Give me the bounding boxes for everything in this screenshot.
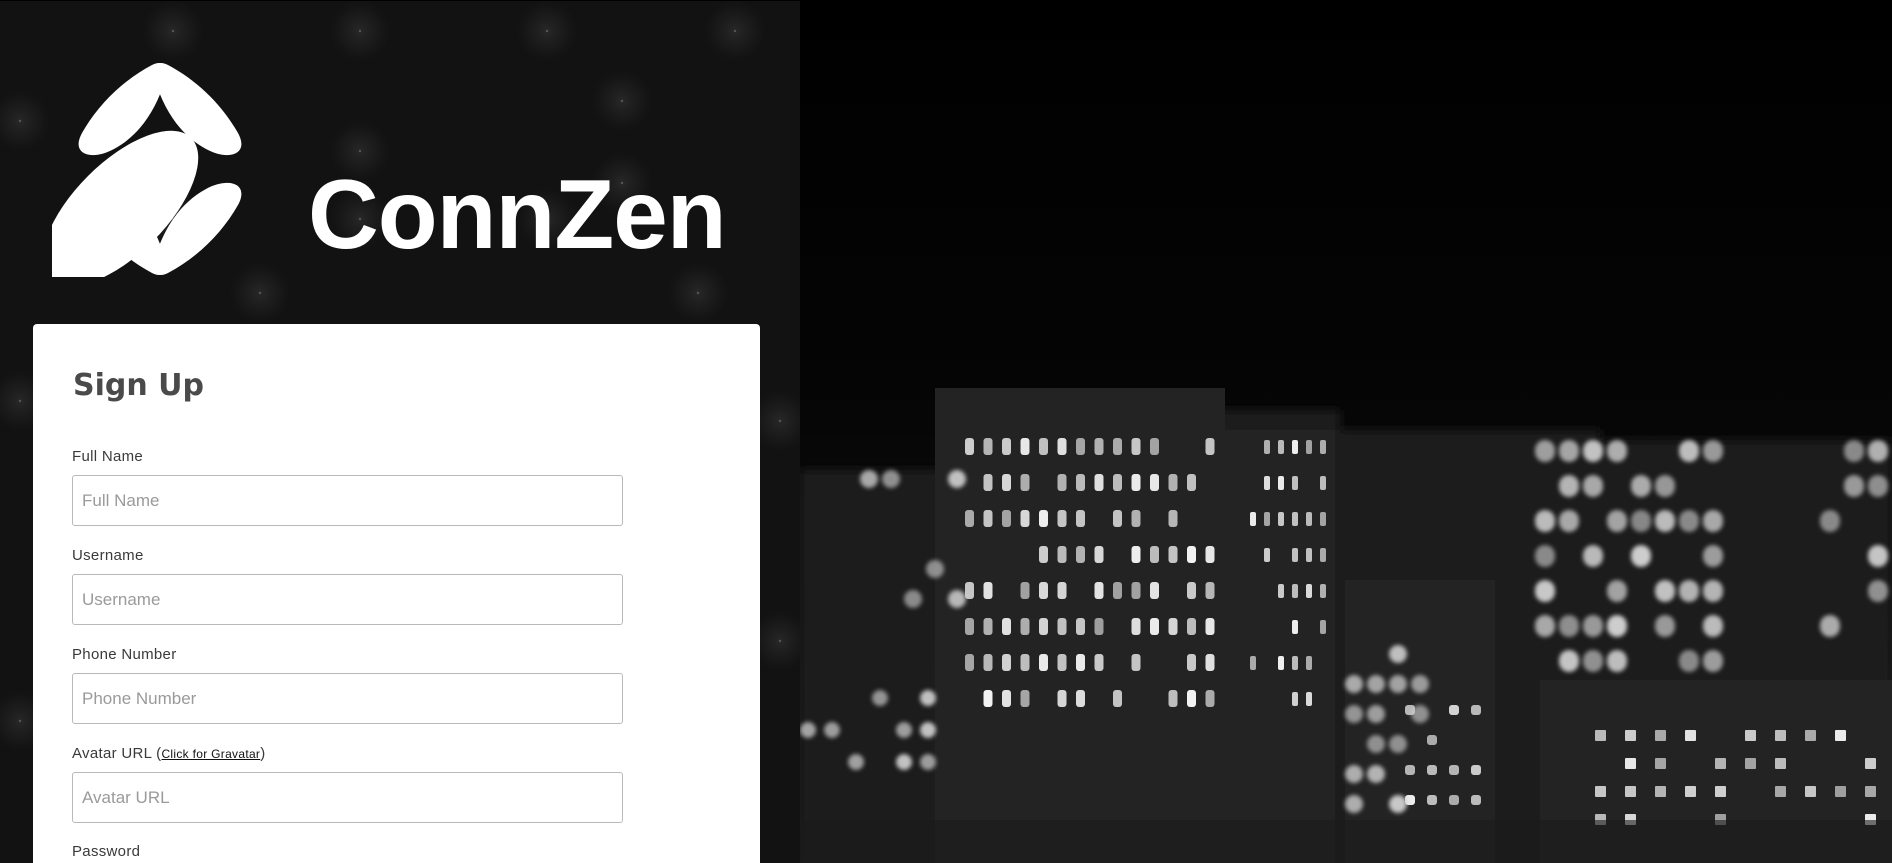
signup-page: ConnZen Sign Up Full Name Username Phone… [0, 0, 1892, 863]
avatar-url-label: Avatar URL (Click for Gravatar) [72, 745, 622, 762]
full-name-field: Full Name [72, 448, 623, 526]
full-name-label: Full Name [72, 448, 144, 465]
avatar-url-label-suffix: ) [260, 745, 266, 762]
avatar-url-label-text: Avatar URL ( [72, 745, 162, 762]
full-name-input[interactable] [72, 475, 623, 526]
phone-label: Phone Number [72, 646, 177, 663]
avatar-url-input[interactable] [72, 772, 623, 823]
brand-name: ConnZen [308, 159, 727, 269]
gravatar-link[interactable]: Click for Gravatar [161, 747, 260, 761]
city-skyline-image [800, 0, 1892, 863]
left-panel: ConnZen Sign Up Full Name Username Phone… [0, 1, 800, 863]
password-field: Password [72, 843, 622, 863]
password-label: Password [72, 843, 141, 860]
username-input[interactable] [72, 574, 623, 625]
hero-city-image [800, 0, 1892, 863]
signup-card: Sign Up Full Name Username Phone Number … [33, 324, 760, 863]
connzen-logo-icon [52, 63, 242, 277]
username-label: Username [72, 547, 144, 564]
username-field: Username [72, 547, 623, 625]
avatar-url-field: Avatar URL (Click for Gravatar) [72, 745, 623, 823]
phone-input[interactable] [72, 673, 623, 724]
phone-field: Phone Number [72, 646, 623, 724]
signup-title: Sign Up [73, 368, 205, 403]
